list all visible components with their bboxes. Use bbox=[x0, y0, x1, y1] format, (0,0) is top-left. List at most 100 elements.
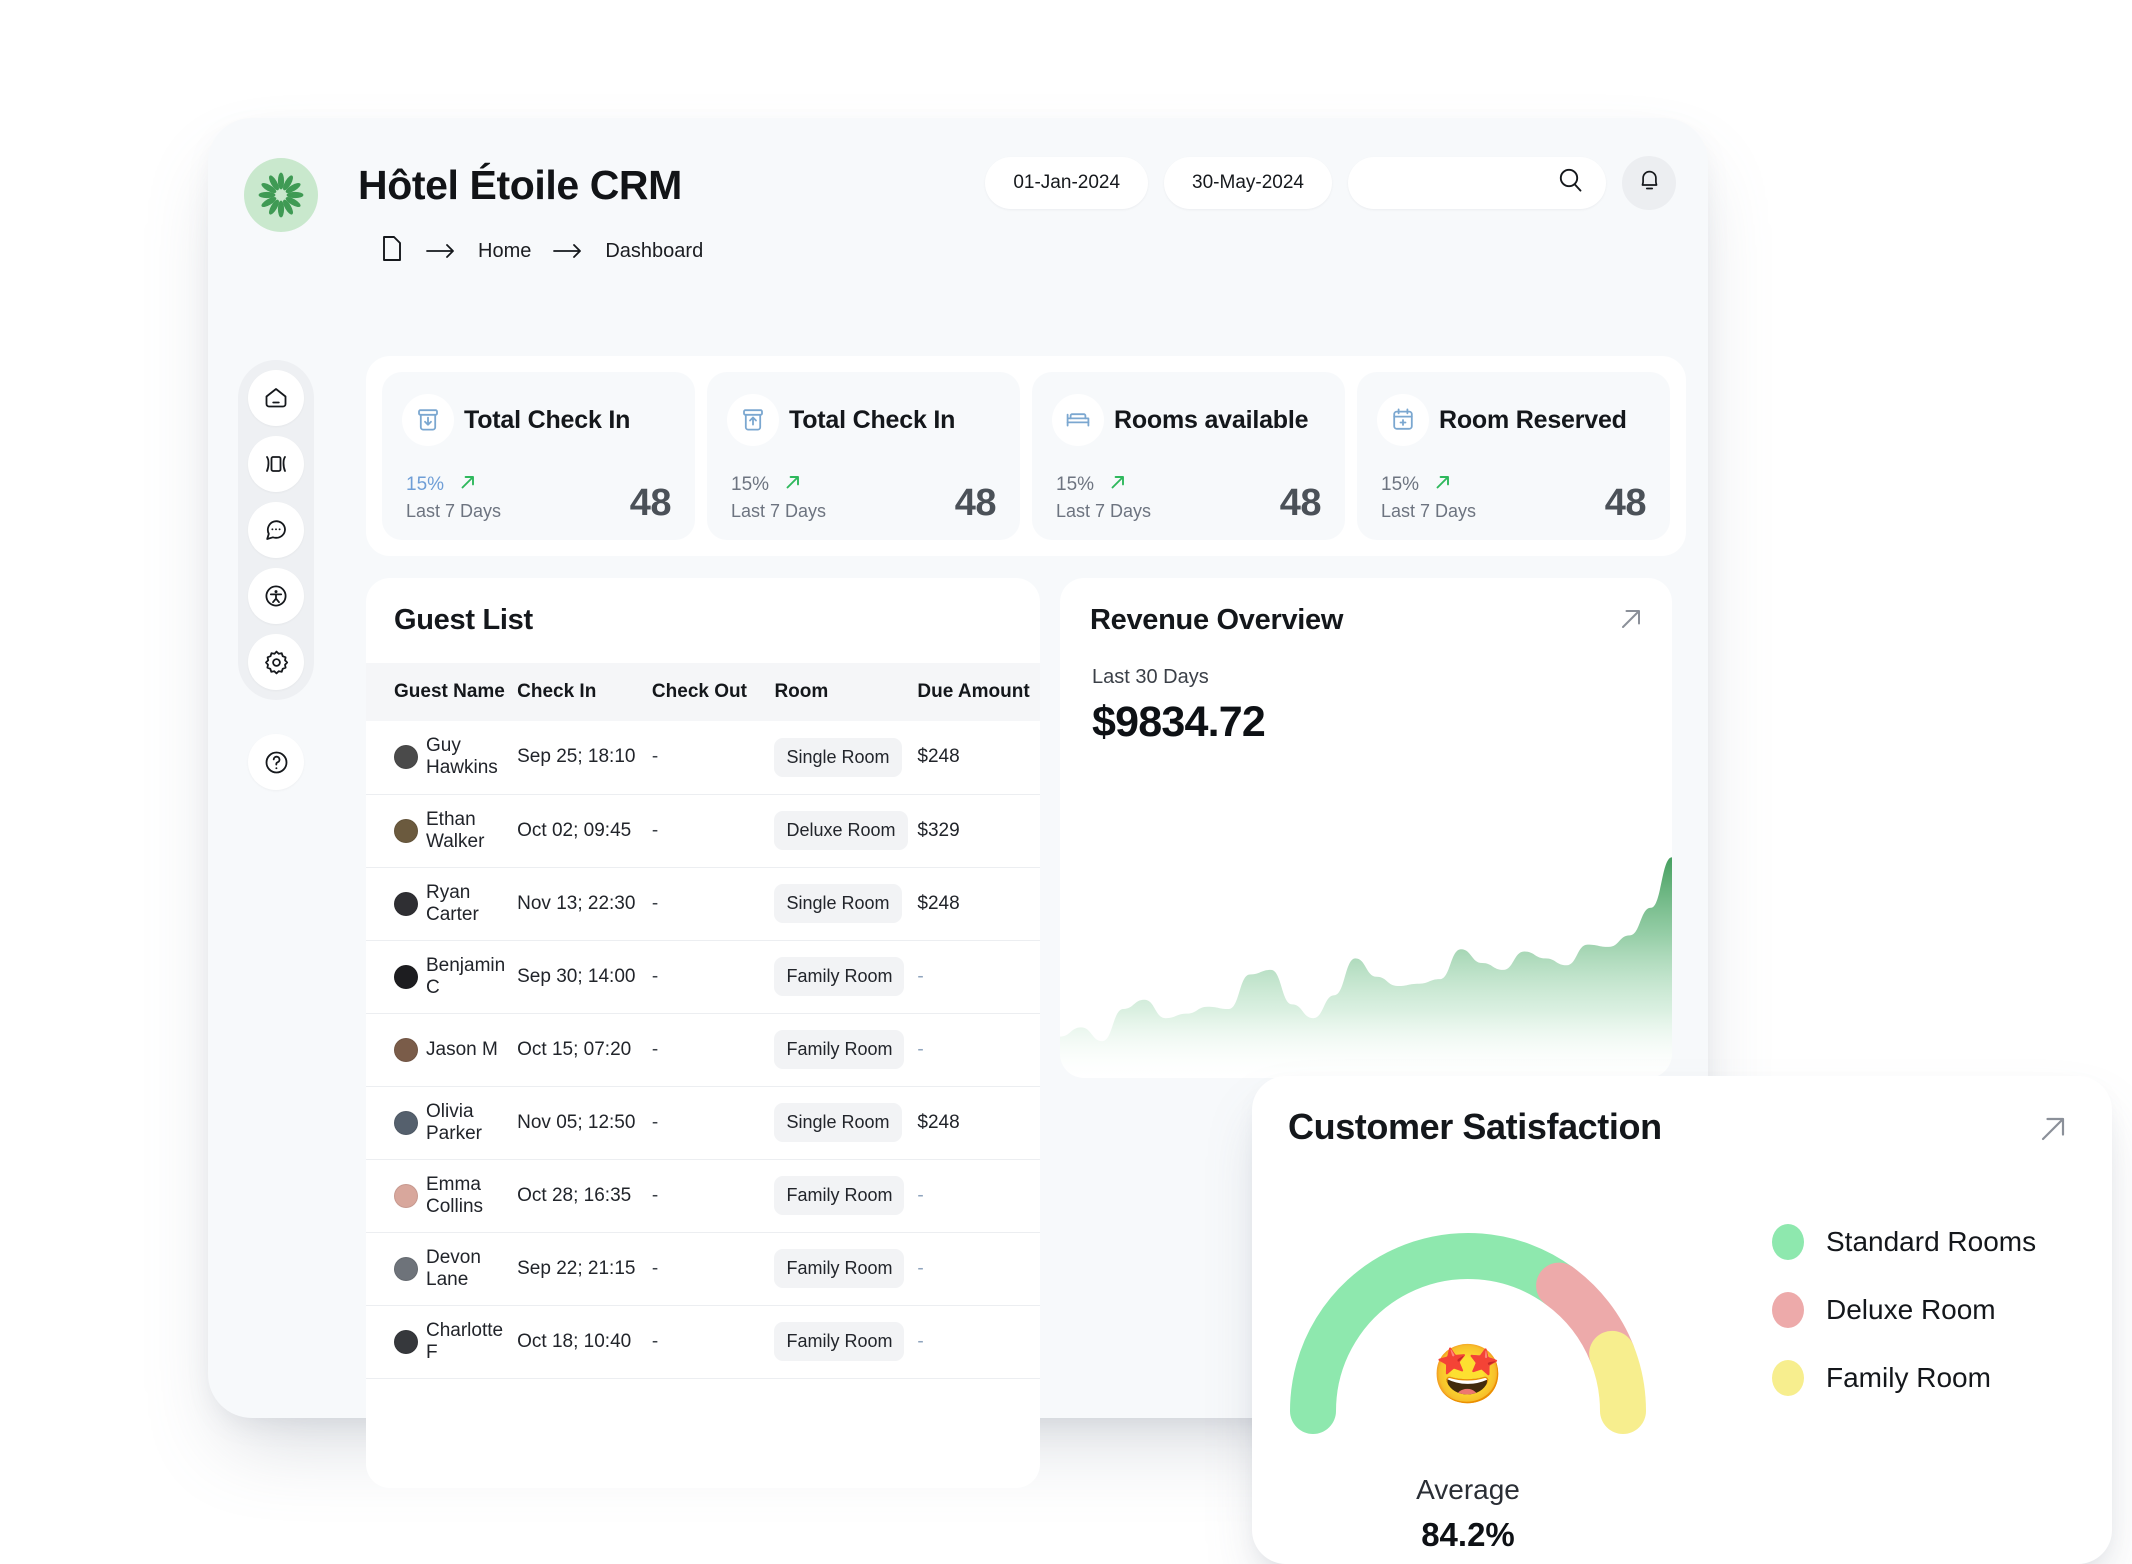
home-icon bbox=[265, 388, 287, 408]
room-badge: Family Room bbox=[774, 1030, 905, 1069]
guest-list-title: Guest List bbox=[394, 604, 533, 636]
room-badge: Single Room bbox=[774, 884, 902, 923]
gauge-chart bbox=[1290, 1233, 1646, 1434]
satisfaction-expand-button[interactable] bbox=[2034, 1110, 2072, 1153]
room-badge: Single Room bbox=[774, 737, 902, 777]
kpi-period: Last 7 Days bbox=[406, 501, 502, 521]
due-amount-value: - bbox=[917, 1038, 924, 1060]
sidebar-item-accessibility[interactable] bbox=[248, 568, 304, 624]
kpi-card-total-check-in-1[interactable]: Total Check In 15% Last 7 Days 48 bbox=[382, 372, 695, 540]
bed-icon bbox=[1066, 413, 1090, 427]
column-header-check-out[interactable]: Check Out bbox=[652, 663, 775, 721]
help-button[interactable] bbox=[248, 734, 304, 790]
date-from-picker[interactable]: 01-Jan-2024 bbox=[985, 157, 1149, 209]
guest-list-card: Guest List Guest Name Check In Check Out… bbox=[366, 578, 1040, 1488]
kpi-period: Last 7 Days bbox=[731, 501, 827, 521]
trend-up-icon bbox=[458, 472, 478, 497]
table-row[interactable]: Ryan Carter Nov 13; 22:30- Single Room $248 bbox=[366, 867, 1040, 941]
room-badge: Family Room bbox=[774, 957, 905, 996]
sidebar bbox=[238, 360, 314, 790]
table-row[interactable]: Charlotte F Oct 18; 10:40- Family Room - bbox=[366, 1305, 1040, 1379]
kpi-title: Rooms available bbox=[1114, 405, 1309, 434]
due-amount-value: $248 bbox=[917, 746, 960, 768]
room-badge: Family Room bbox=[774, 1249, 905, 1288]
sidebar-item-messages[interactable] bbox=[248, 502, 304, 558]
revenue-title: Revenue Overview bbox=[1090, 604, 1344, 636]
table-row[interactable]: Benjamin C Sep 30; 14:00- Family Room - bbox=[366, 940, 1040, 1014]
kpi-card-room-reserved[interactable]: Room Reserved 15% Last 7 Days 48 bbox=[1357, 372, 1670, 540]
check-out-value: - bbox=[651, 1111, 659, 1133]
check-out-value: - bbox=[651, 746, 659, 768]
guest-name: Jason M bbox=[426, 1038, 498, 1060]
avatar bbox=[394, 1256, 418, 1281]
check-out-value: - bbox=[651, 965, 659, 987]
room-badge: Family Room bbox=[774, 1176, 905, 1215]
search-input[interactable] bbox=[1348, 157, 1606, 209]
check-out-value: - bbox=[651, 892, 659, 914]
notification-button[interactable] bbox=[1622, 156, 1676, 210]
legend-item[interactable]: Standard Rooms bbox=[1772, 1224, 2036, 1260]
revenue-amount: $9834.72 bbox=[1092, 698, 1266, 746]
table-header: Guest Name Check In Check Out Room Due A… bbox=[366, 663, 1040, 721]
kpi-value: 48 bbox=[629, 482, 672, 524]
due-amount-value: - bbox=[917, 1257, 924, 1279]
column-header-due-amount[interactable]: Due Amount bbox=[917, 663, 1040, 721]
box-arrow-up-icon bbox=[743, 409, 763, 431]
guest-name: Guy Hawkins bbox=[426, 735, 498, 779]
room-badge: Family Room bbox=[774, 1322, 905, 1361]
kpi-percent: 15% bbox=[1381, 473, 1420, 495]
sidebar-item-home[interactable] bbox=[248, 370, 304, 426]
revenue-area-chart bbox=[1060, 857, 1672, 1078]
column-header-guest-name[interactable]: Guest Name bbox=[366, 663, 517, 721]
legend-label: Deluxe Room bbox=[1826, 1294, 1996, 1325]
arrow-up-right-icon bbox=[2041, 1117, 2065, 1141]
sidebar-item-settings[interactable] bbox=[248, 634, 304, 690]
satisfaction-average-value: 84.2% bbox=[1421, 1516, 1515, 1553]
avatar bbox=[394, 964, 418, 989]
kpi-value: 48 bbox=[954, 482, 997, 524]
arrow-right-icon bbox=[553, 243, 583, 259]
table-row[interactable]: Emma Collins Oct 28; 16:35- Family Room - bbox=[366, 1159, 1040, 1233]
column-header-check-in[interactable]: Check In bbox=[517, 663, 652, 721]
table-body: Guy Hawkins Sep 25; 18:10- Single Room $248… bbox=[366, 721, 1040, 1379]
table-row[interactable]: Jason M Oct 15; 07:20- Family Room - bbox=[366, 1013, 1040, 1087]
kpi-period: Last 7 Days bbox=[1381, 501, 1477, 521]
trend-up-icon bbox=[1108, 472, 1128, 497]
kpi-percent: 15% bbox=[731, 473, 770, 495]
breadcrumb-item-dashboard[interactable]: Dashboard bbox=[605, 240, 703, 263]
due-amount-value: - bbox=[917, 1330, 924, 1352]
guest-name: Emma Collins bbox=[426, 1173, 484, 1217]
table-row[interactable]: Devon Lane Sep 22; 21:15- Family Room - bbox=[366, 1232, 1040, 1306]
page-title: Hôtel Étoile CRM bbox=[358, 162, 682, 208]
revenue-expand-button[interactable] bbox=[1616, 604, 1646, 639]
kpi-card-total-check-in-2[interactable]: Total Check In 15% Last 7 Days 48 bbox=[707, 372, 1020, 540]
legend-item[interactable]: Deluxe Room bbox=[1772, 1292, 2036, 1328]
person-accessibility-icon bbox=[265, 585, 287, 607]
column-header-room[interactable]: Room bbox=[774, 663, 917, 721]
satisfaction-legend: Standard Rooms Deluxe Room Family Room bbox=[1772, 1224, 2036, 1396]
table-row[interactable]: Olivia Parker Nov 05; 12:50- Single Room $2… bbox=[366, 1086, 1040, 1160]
guest-name: Ethan Walker bbox=[426, 808, 485, 852]
avatar bbox=[394, 1329, 418, 1354]
table-row[interactable]: Guy Hawkins Sep 25; 18:10- Single Room $248 bbox=[366, 721, 1040, 795]
kpi-title: Total Check In bbox=[789, 405, 956, 434]
kpi-icon-wrap bbox=[402, 394, 454, 446]
header-controls: 01-Jan-2024 30-May-2024 bbox=[985, 156, 1676, 210]
search-icon bbox=[1557, 167, 1584, 199]
room-badge: Single Room bbox=[774, 1103, 902, 1142]
due-amount-value: - bbox=[917, 965, 924, 987]
bell-icon bbox=[1638, 168, 1661, 198]
satisfaction-gauge: 🤩 bbox=[1268, 1196, 1668, 1456]
check-in-value: Oct 15; 07:20 bbox=[517, 1038, 632, 1060]
kpi-icon-wrap bbox=[1377, 394, 1429, 446]
kpi-percent: 15% bbox=[406, 473, 445, 495]
legend-color-dot bbox=[1772, 1292, 1804, 1328]
sidebar-item-layout[interactable] bbox=[248, 436, 304, 492]
guest-name: Charlotte F bbox=[426, 1319, 504, 1363]
legend-item[interactable]: Family Room bbox=[1772, 1360, 2036, 1396]
breadcrumb-item-home[interactable]: Home bbox=[478, 240, 531, 263]
date-to-picker[interactable]: 30-May-2024 bbox=[1164, 157, 1332, 209]
file-icon bbox=[380, 235, 404, 267]
table-row[interactable]: Ethan Walker Oct 02; 09:45- Deluxe Room $32… bbox=[366, 794, 1040, 868]
kpi-card-rooms-available[interactable]: Rooms available 15% Last 7 Days 48 bbox=[1032, 372, 1345, 540]
